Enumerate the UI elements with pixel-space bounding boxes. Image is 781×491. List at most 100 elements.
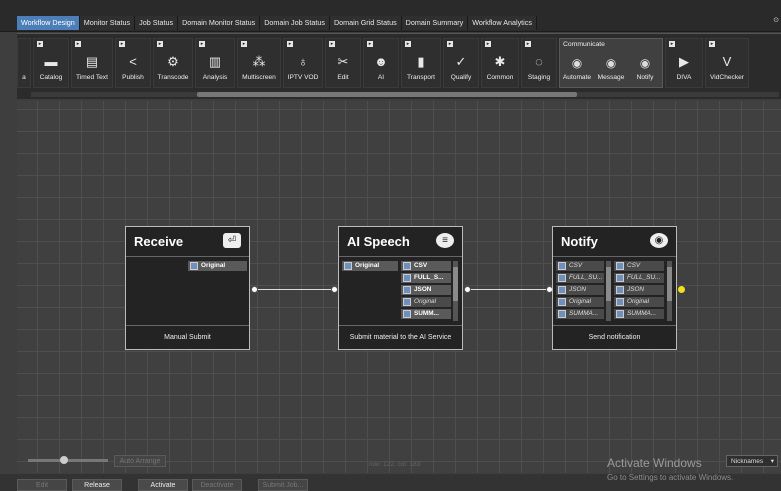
nicknames-dropdown[interactable]: Nicknames ▾ bbox=[726, 455, 778, 467]
input-port[interactable]: Original bbox=[556, 297, 604, 307]
scrollbar-thumb[interactable] bbox=[453, 267, 458, 301]
port-icon bbox=[616, 310, 624, 318]
head-icon: ☻ bbox=[374, 54, 388, 69]
tool-common[interactable]: ▸ ✱ Common bbox=[481, 38, 519, 88]
watermark-subtitle: Go to Settings to activate Windows. bbox=[607, 473, 734, 482]
folder-icon: ▬ bbox=[44, 54, 58, 69]
tab-overflow-icon[interactable]: ⊙ bbox=[773, 16, 779, 24]
tab-domain-grid-status[interactable]: Domain Grid Status bbox=[329, 16, 402, 30]
tab-domain-monitor-status[interactable]: Domain Monitor Status bbox=[178, 16, 261, 30]
tool-transcode[interactable]: ▸ ⚙ Transcode bbox=[153, 38, 193, 88]
input-port[interactable]: FULL_SU... bbox=[556, 273, 604, 283]
slider-knob[interactable] bbox=[60, 456, 68, 464]
tool-label: Edit bbox=[337, 74, 349, 81]
workflow-canvas[interactable]: Receive ⏎ Original Manual Submit AI Spee… bbox=[17, 101, 781, 473]
output-port[interactable]: SUMMA... bbox=[614, 309, 664, 319]
tab-job-status[interactable]: Job Status bbox=[135, 16, 179, 30]
port-label: JSON bbox=[414, 286, 432, 293]
expand-arrow-icon[interactable]: ▸ bbox=[405, 41, 411, 47]
port-icon bbox=[616, 274, 624, 282]
output-port[interactable]: CSV bbox=[614, 261, 664, 271]
expand-arrow-icon[interactable]: ▸ bbox=[669, 41, 675, 47]
input-port[interactable]: CSV bbox=[556, 261, 604, 271]
input-port[interactable]: Original bbox=[342, 261, 398, 271]
tool-iptv-vod[interactable]: ▸ ♁ IPTV VOD bbox=[283, 38, 323, 88]
tool-transport[interactable]: ▸ ▮ Transport bbox=[401, 38, 441, 88]
zoom-slider[interactable] bbox=[28, 456, 108, 464]
output-port[interactable]: Original bbox=[614, 297, 664, 307]
expand-arrow-icon[interactable]: ▸ bbox=[75, 41, 81, 47]
output-port[interactable]: CSV bbox=[401, 261, 451, 271]
output-connector[interactable] bbox=[464, 286, 471, 293]
node-receive[interactable]: Receive ⏎ Original Manual Submit bbox=[125, 226, 250, 350]
expand-arrow-icon[interactable]: ▸ bbox=[367, 41, 373, 47]
release-button[interactable]: Release bbox=[72, 479, 122, 491]
expand-arrow-icon[interactable]: ▸ bbox=[447, 41, 453, 47]
output-port[interactable]: FULL_SU... bbox=[614, 273, 664, 283]
tool-analysis[interactable]: ▸ ▥ Analysis bbox=[195, 38, 235, 88]
expand-arrow-icon[interactable]: ▸ bbox=[37, 41, 43, 47]
node-title: AI Speech bbox=[347, 234, 410, 249]
tab-domain-job-status[interactable]: Domain Job Status bbox=[260, 16, 330, 30]
node-ai-speech[interactable]: AI Speech ≡ Original CSV FULL_S... JSON … bbox=[338, 226, 463, 350]
tool-multiscreen[interactable]: ▸ ⁂ Multiscreen bbox=[237, 38, 281, 88]
expand-arrow-icon[interactable]: ▸ bbox=[199, 41, 205, 47]
tool-publish[interactable]: ▸ < Publish bbox=[115, 38, 151, 88]
expand-arrow-icon[interactable]: ▸ bbox=[709, 41, 715, 47]
expand-arrow-icon[interactable]: ▸ bbox=[119, 41, 125, 47]
edit-button[interactable]: Edit bbox=[17, 479, 67, 491]
scrollbar-thumb[interactable] bbox=[606, 267, 611, 301]
scrollbar-thumb[interactable] bbox=[197, 92, 577, 97]
tool-message[interactable]: ◉ Message bbox=[594, 57, 628, 87]
tab-workflow-analytics[interactable]: Workflow Analytics bbox=[468, 16, 537, 30]
output-port[interactable]: Original bbox=[188, 261, 247, 271]
tool-label: IPTV VOD bbox=[287, 74, 319, 81]
tool-partial[interactable]: a bbox=[17, 38, 31, 88]
tool-group-communicate[interactable]: Communicate ◉ Automate ◉ Message ◉ Notif… bbox=[559, 38, 663, 88]
tool-ai[interactable]: ▸ ☻ AI bbox=[363, 38, 399, 88]
output-port[interactable]: Original bbox=[401, 297, 451, 307]
tab-monitor-status[interactable]: Monitor Status bbox=[79, 16, 136, 30]
tool-catalog[interactable]: ▸ ▬ Catalog bbox=[33, 38, 69, 88]
tool-vidchecker[interactable]: ▸ V VidChecker bbox=[705, 38, 749, 88]
expand-arrow-icon[interactable]: ▸ bbox=[485, 41, 491, 47]
tool-edit[interactable]: ▸ ✂ Edit bbox=[325, 38, 361, 88]
tool-staging[interactable]: ▸ ◌ Staging bbox=[521, 38, 557, 88]
tab-domain-summary[interactable]: Domain Summary bbox=[401, 16, 469, 30]
expand-arrow-icon[interactable]: ▸ bbox=[241, 41, 247, 47]
submit-job-button[interactable]: Submit Job... bbox=[258, 479, 308, 491]
node-header: AI Speech ≡ bbox=[339, 227, 462, 257]
input-connector[interactable] bbox=[331, 286, 338, 293]
expand-arrow-icon[interactable]: ▸ bbox=[287, 41, 293, 47]
ribbon-scrollbar[interactable] bbox=[31, 92, 779, 97]
node-notify[interactable]: Notify ◉ CSV FULL_SU... JSON Original SU… bbox=[552, 226, 677, 350]
port-label: FULL_SU... bbox=[569, 274, 603, 281]
ports-scrollbar[interactable] bbox=[606, 261, 611, 321]
output-port[interactable]: JSON bbox=[401, 285, 451, 295]
barcode-icon: ▥ bbox=[208, 54, 222, 69]
tool-timed-text[interactable]: ▸ ▤ Timed Text bbox=[71, 38, 113, 88]
tool-automate[interactable]: ◉ Automate bbox=[560, 57, 594, 87]
nodes-icon: ⁂ bbox=[252, 54, 266, 69]
output-connector[interactable] bbox=[251, 286, 258, 293]
input-port[interactable]: JSON bbox=[556, 285, 604, 295]
output-port[interactable]: JSON bbox=[614, 285, 664, 295]
ports-scrollbar[interactable] bbox=[667, 261, 672, 321]
activate-button[interactable]: Activate bbox=[138, 479, 188, 491]
scrollbar-thumb[interactable] bbox=[667, 267, 672, 301]
auto-arrange-button[interactable]: Auto Arrange bbox=[114, 455, 166, 467]
tool-notify[interactable]: ◉ Notify bbox=[628, 57, 662, 87]
output-port[interactable]: FULL_S... bbox=[401, 273, 451, 283]
expand-arrow-icon[interactable]: ▸ bbox=[157, 41, 163, 47]
output-port[interactable]: SUMM... bbox=[401, 309, 451, 319]
input-port[interactable]: SUMMA... bbox=[556, 309, 604, 319]
deactivate-button[interactable]: Deactivate bbox=[192, 479, 242, 491]
ports-scrollbar[interactable] bbox=[453, 261, 458, 321]
tab-workflow-design[interactable]: Workflow Design bbox=[17, 16, 80, 30]
tool-label: Common bbox=[486, 74, 514, 81]
output-connector[interactable] bbox=[678, 286, 685, 293]
expand-arrow-icon[interactable]: ▸ bbox=[329, 41, 335, 47]
expand-arrow-icon[interactable]: ▸ bbox=[525, 41, 531, 47]
tool-diva[interactable]: ▸ ▶ DIVA bbox=[665, 38, 703, 88]
tool-qualify[interactable]: ▸ ✓ Qualify bbox=[443, 38, 479, 88]
